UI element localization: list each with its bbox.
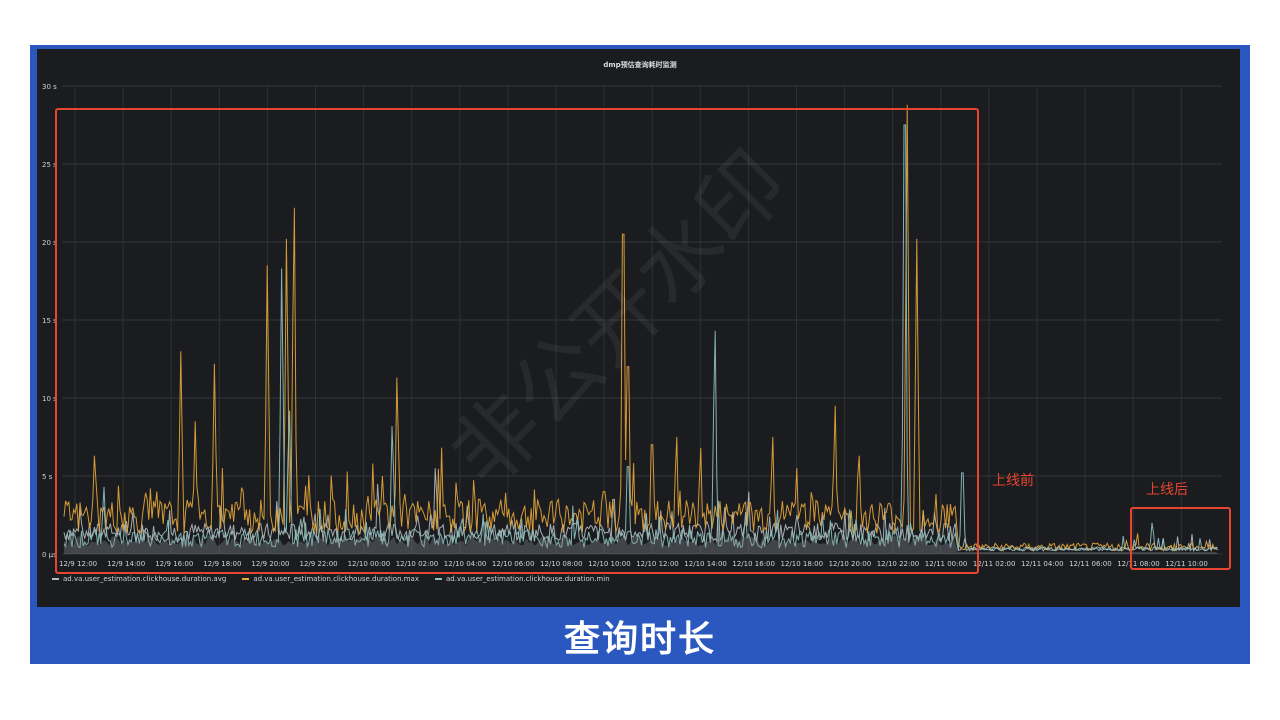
x-tick-label: 12/10 06:00 [492,560,535,568]
y-tick-label: 30 s [42,83,57,91]
annotation-before-box [55,108,979,574]
legend-swatch-max [242,578,250,580]
legend-label-min: ad.va.user_estimation.clickhouse.duratio… [446,575,610,583]
x-tick-label: 12/10 12:00 [636,560,679,568]
annotation-after-label: 上线后 [1146,482,1188,498]
x-tick-label: 12/10 04:00 [444,560,487,568]
x-tick-label: 12/11 00:00 [925,560,968,568]
x-tick-label: 12/10 02:00 [396,560,439,568]
x-tick-label: 12/9 12:00 [59,560,97,568]
x-tick-label: 12/10 18:00 [781,560,824,568]
legend-swatch-min [435,578,442,580]
legend-item-min[interactable]: ad.va.user_estimation.clickhouse.duratio… [435,575,610,583]
x-tick-label: 12/10 10:00 [588,560,631,568]
y-tick-label: 0 µs [42,551,57,559]
x-tick-label: 12/10 22:00 [877,560,920,568]
x-tick-label: 12/11 08:00 [1117,560,1160,568]
legend-item-avg[interactable]: ad.va.user_estimation.clickhouse.duratio… [52,575,226,583]
watermark: 非公开水印 [432,132,807,507]
x-tick-label: 12/9 16:00 [155,560,193,568]
y-tick-label: 15 s [42,317,57,325]
x-tick-label: 12/10 08:00 [540,560,583,568]
series-area-avg [64,535,1218,554]
x-tick-label: 12/11 02:00 [973,560,1016,568]
x-tick-label: 12/10 20:00 [829,560,872,568]
y-tick-label: 20 s [42,239,57,247]
x-tick-label: 12/11 06:00 [1069,560,1112,568]
x-tick-label: 12/9 14:00 [107,560,145,568]
x-tick-label: 12/9 18:00 [203,560,241,568]
chart-title: dmp预估查询耗时监测 [603,61,677,69]
legend: ad.va.user_estimation.clickhouse.duratio… [52,575,610,583]
legend-label-avg: ad.va.user_estimation.clickhouse.duratio… [63,575,227,583]
y-tick-label: 10 s [42,395,57,403]
slide-caption: 查询时长 [563,618,716,660]
y-tick-label: 5 s [42,473,53,481]
legend-label-max: ad.va.user_estimation.clickhouse.duratio… [253,575,419,583]
x-tick-label: 12/11 04:00 [1021,560,1064,568]
x-tick-label: 12/10 14:00 [684,560,727,568]
annotation-before-label: 上线前 [992,473,1034,489]
legend-swatch-avg [52,578,59,580]
x-tick-label: 12/11 10:00 [1165,560,1208,568]
x-tick-label: 12/9 20:00 [251,560,289,568]
x-tick-label: 12/9 22:00 [300,560,338,568]
x-tick-label: 12/10 00:00 [348,560,391,568]
x-tick-label: 12/10 16:00 [732,560,775,568]
y-tick-label: 25 s [42,161,57,169]
legend-item-max[interactable]: ad.va.user_estimation.clickhouse.duratio… [242,575,419,583]
